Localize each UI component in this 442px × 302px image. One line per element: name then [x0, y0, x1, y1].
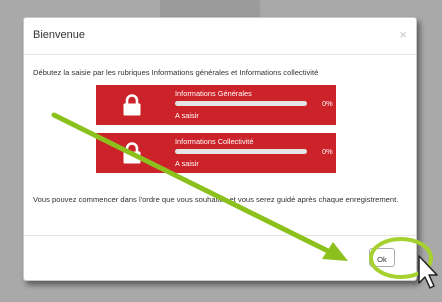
annotation-arrow-line: [51, 112, 333, 255]
mouse-cursor-icon: [418, 255, 438, 289]
annotation-layer: [51, 112, 433, 279]
